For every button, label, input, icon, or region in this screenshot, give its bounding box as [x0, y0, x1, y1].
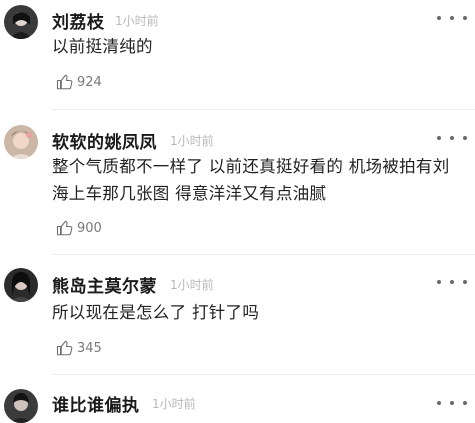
username[interactable]: 软软的姚凤凤	[52, 128, 157, 153]
comment-text: 以前挺清纯的	[52, 37, 153, 56]
comment-text: 整个气质都不一样了 以前还真挺好看的 机场被拍有刘海上车那几张图 得意洋洋又有点…	[52, 157, 450, 203]
timestamp: 1小时前	[170, 278, 214, 292]
thumb-up-icon	[56, 340, 73, 356]
avatar[interactable]	[4, 389, 38, 423]
divider	[52, 109, 475, 110]
username[interactable]: 熊岛主莫尔蒙	[52, 272, 157, 297]
more-dots-icon[interactable]	[437, 132, 467, 144]
like-count: 924	[77, 74, 102, 90]
avatar[interactable]	[4, 125, 38, 159]
like-count: 900	[77, 220, 102, 236]
username[interactable]: 谁比谁偏执	[52, 391, 140, 416]
username[interactable]: 刘荔枝	[52, 8, 105, 33]
divider	[52, 254, 475, 255]
timestamp: 1小时前	[152, 397, 196, 411]
comment-text: 所以现在是怎么了 打针了吗	[52, 303, 260, 322]
timestamp: 1小时前	[115, 14, 159, 28]
divider	[52, 374, 475, 375]
avatar[interactable]	[4, 5, 38, 39]
like-count: 345	[77, 340, 102, 356]
thumb-up-icon	[56, 220, 73, 236]
like-button[interactable]: 900	[56, 219, 102, 237]
avatar[interactable]	[4, 268, 38, 302]
timestamp: 1小时前	[170, 134, 214, 148]
more-dots-icon[interactable]	[437, 276, 467, 288]
more-dots-icon[interactable]	[437, 397, 467, 409]
thumb-up-icon	[56, 74, 73, 90]
more-dots-icon[interactable]	[437, 12, 467, 24]
like-button[interactable]: 345	[56, 339, 102, 357]
like-button[interactable]: 924	[56, 73, 102, 91]
